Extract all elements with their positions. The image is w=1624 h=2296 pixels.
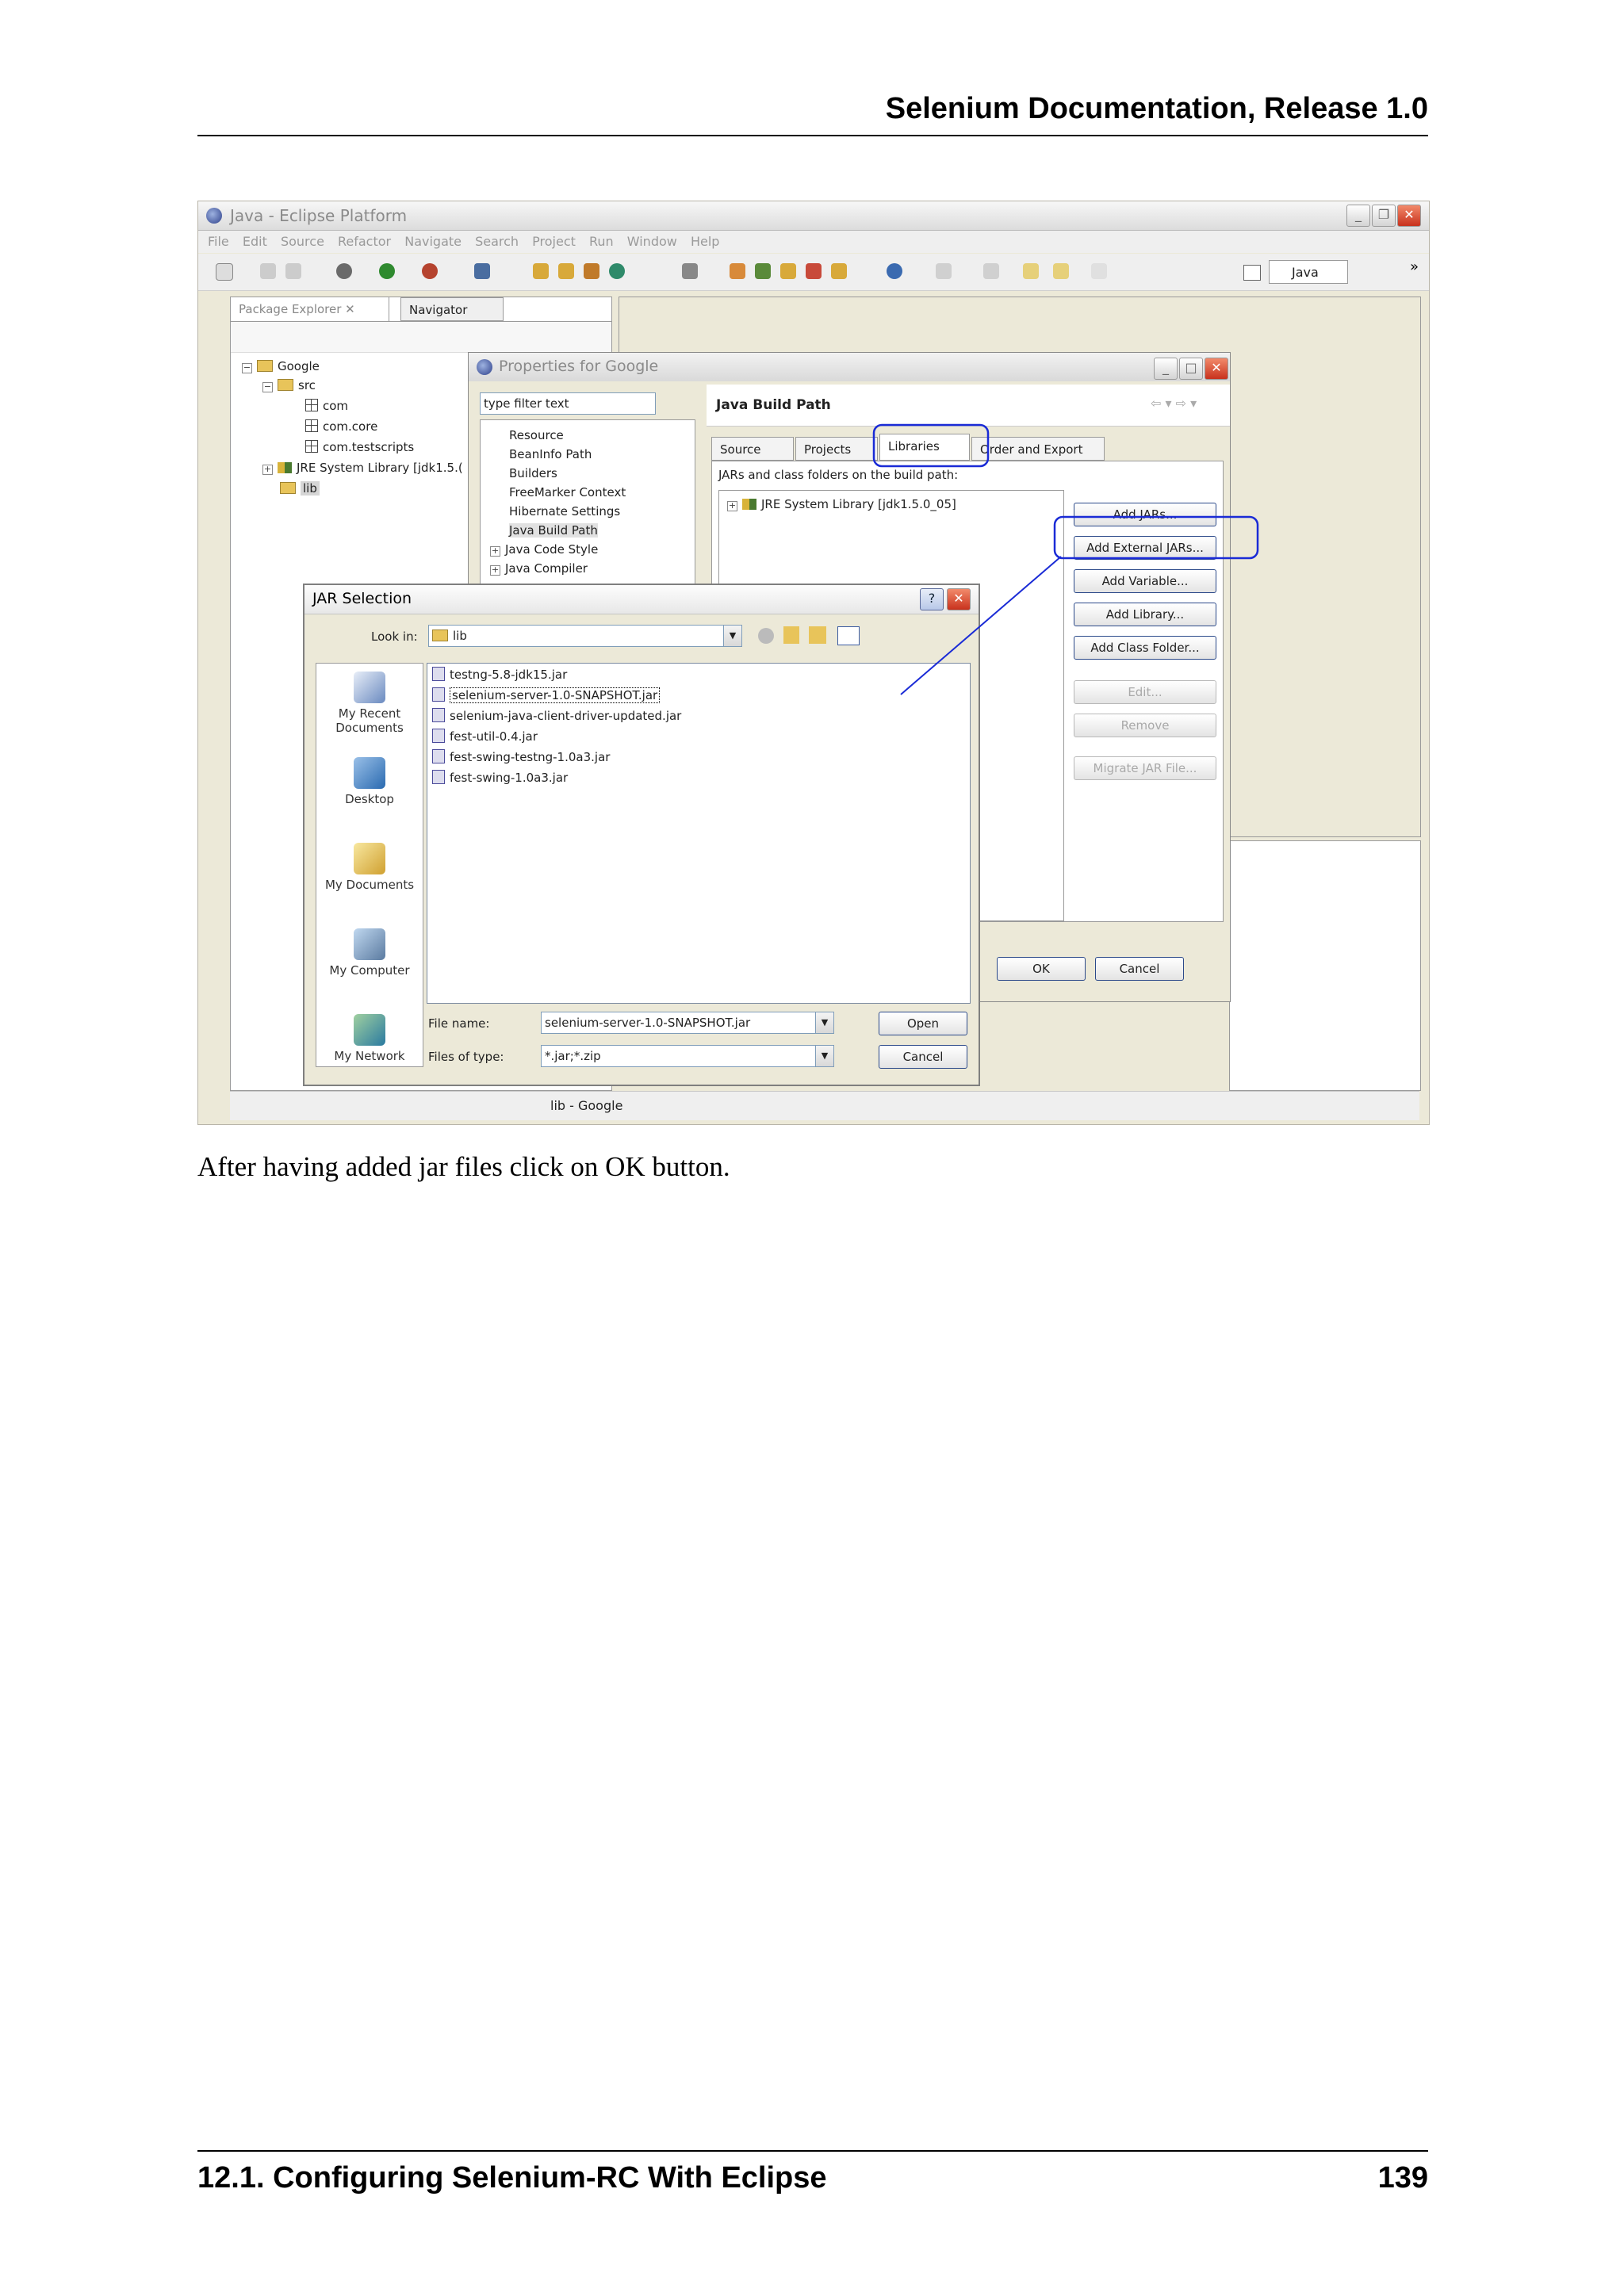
page-number: 139 — [1377, 2161, 1428, 2195]
figure-caption: After having added jar files click on OK… — [197, 1151, 730, 1182]
page-header: Selenium Documentation, Release 1.0 — [197, 89, 1428, 136]
annotation-overlay — [872, 423, 1259, 695]
footer-section: 12.1. Configuring Selenium-RC With Eclip… — [197, 2161, 827, 2195]
add-external-jars-highlight — [1053, 515, 1259, 560]
running-title: Selenium Documentation, Release 1.0 — [885, 92, 1428, 125]
page-footer: 12.1. Configuring Selenium-RC With Eclip… — [197, 2150, 1428, 2196]
libraries-tab-highlight — [872, 423, 990, 468]
eclipse-screenshot: Java - Eclipse Platform _ ❐ ✕ File Edit … — [197, 201, 1430, 1125]
annotation-arrow-line — [900, 556, 1062, 695]
